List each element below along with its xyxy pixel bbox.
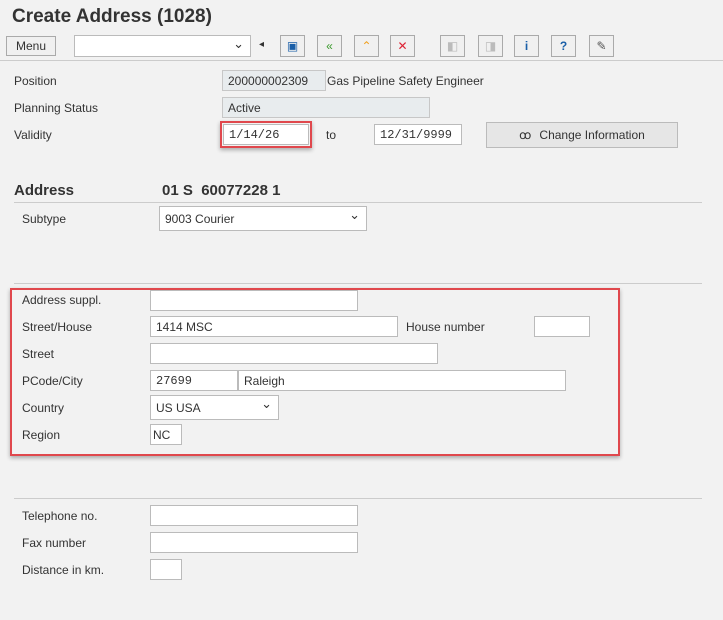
back-icon[interactable]: « — [317, 35, 342, 57]
street-house-label: Street/House — [22, 320, 93, 334]
subtype-select[interactable]: 9003 Courier — [159, 206, 367, 231]
cancel-icon[interactable]: ✕ — [390, 35, 415, 57]
menu-button[interactable]: Menu — [6, 36, 56, 56]
toolbar: Menu ◂ ▣ « ⌃ ✕ ◧ ◨ i ? ✎ — [0, 32, 723, 61]
street-house-input[interactable]: 1414 MSC — [150, 316, 398, 337]
to-label: to — [326, 128, 337, 142]
position-name: Gas Pipeline Safety Engineer — [327, 74, 484, 88]
country-value: US USA — [156, 400, 201, 415]
region-input[interactable]: NC — [150, 424, 182, 445]
next-icon[interactable]: ◨ — [478, 35, 503, 57]
city-input[interactable]: Raleigh — [238, 370, 566, 391]
save-icon[interactable]: ▣ — [280, 35, 305, 57]
previous-icon[interactable]: ◧ — [440, 35, 465, 57]
glasses-icon: ꝏ — [519, 128, 532, 142]
country-select[interactable]: US USA — [150, 395, 279, 420]
customize-icon[interactable]: ✎ — [589, 35, 614, 57]
postal-code-input[interactable]: 27699 — [150, 370, 238, 391]
address-suppl-label: Address suppl. — [22, 293, 102, 307]
planning-status-label: Planning Status — [14, 101, 99, 115]
address-key: 01 S 60077228 1 — [162, 182, 281, 199]
valid-to: 12/31/9999 — [380, 127, 453, 142]
city-value: Raleigh — [244, 373, 285, 388]
telephone-input[interactable] — [150, 505, 358, 526]
menu-label: Menu — [15, 39, 47, 53]
subtype-label: Subtype — [22, 212, 67, 226]
divider — [14, 498, 702, 499]
house-number-input[interactable] — [534, 316, 590, 337]
fax-input[interactable] — [150, 532, 358, 553]
address-suppl-input[interactable] — [150, 290, 358, 311]
address-heading: Address — [14, 182, 75, 199]
command-field[interactable] — [74, 35, 251, 57]
exit-icon[interactable]: ⌃ — [354, 35, 379, 57]
region-label: Region — [22, 428, 61, 442]
position-id: 200000002309 — [228, 73, 309, 88]
info-icon[interactable]: i — [514, 35, 539, 57]
street-input[interactable] — [150, 343, 438, 364]
region-value: NC — [153, 427, 171, 442]
validity-label: Validity — [14, 128, 52, 142]
pcode-city-label: PCode/City — [22, 374, 83, 388]
street-label: Street — [22, 347, 55, 361]
house-number-label: House number — [406, 320, 485, 334]
position-id-field: 200000002309 — [222, 70, 326, 91]
collapse-arrow-icon[interactable]: ◂ — [259, 39, 264, 50]
telephone-label: Telephone no. — [22, 509, 98, 523]
position-label: Position — [14, 74, 57, 88]
change-information-label: Change Information — [539, 128, 645, 142]
postal-code-value: 27699 — [156, 373, 193, 388]
fax-label: Fax number — [22, 536, 87, 550]
distance-input[interactable] — [150, 559, 182, 580]
divider — [14, 283, 702, 284]
country-label: Country — [22, 401, 65, 415]
planning-status-field: Active — [222, 97, 430, 118]
valid-to-field[interactable]: 12/31/9999 — [374, 124, 462, 145]
page-title: Create Address (1028) — [12, 6, 212, 27]
subtype-value: 9003 Courier — [165, 211, 235, 226]
distance-label: Distance in km. — [22, 563, 105, 577]
highlight-box — [220, 121, 312, 148]
street-house-value: 1414 MSC — [156, 319, 213, 334]
help-icon[interactable]: ? — [551, 35, 576, 57]
planning-status: Active — [228, 100, 261, 115]
divider — [14, 202, 702, 203]
change-information-button[interactable]: ꝏ Change Information — [486, 122, 678, 148]
